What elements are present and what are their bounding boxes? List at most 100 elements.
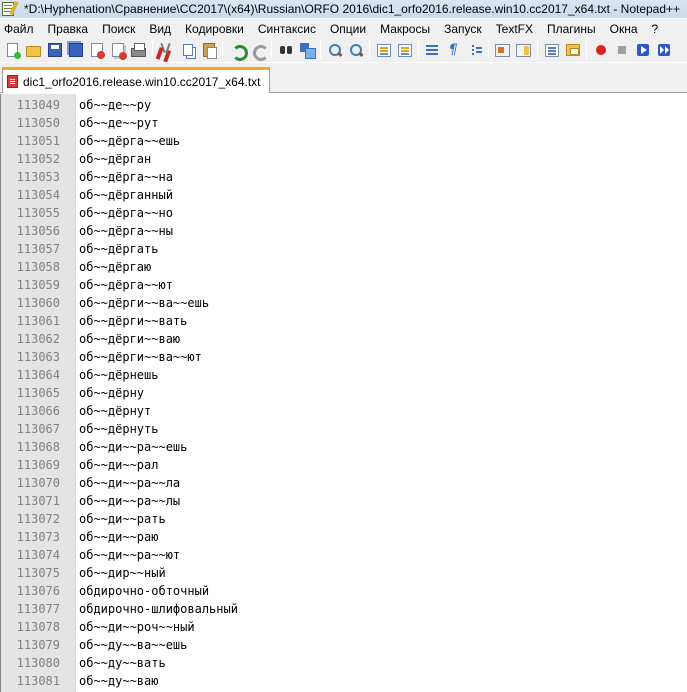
copy-button[interactable] [177, 40, 198, 60]
line-text[interactable]: об~~ду~~ва~~ешь [79, 636, 187, 654]
save-button[interactable] [44, 40, 65, 60]
editor-line[interactable]: 113055 об~~дёрга~~но [1, 204, 687, 222]
line-text[interactable]: об~~ду~~ваю [79, 672, 158, 690]
editor-area[interactable]: 113049 об~~де~~ру 113050 об~~де~~рут 113051 о… [0, 94, 687, 692]
line-text[interactable]: об~~дёрнуть [79, 420, 158, 438]
line-text[interactable]: об~~дёрнешь [79, 366, 158, 384]
line-text[interactable]: об~~ди~~рал [79, 456, 158, 474]
editor-line[interactable]: 113060 об~~дёрги~~ва~~ешь [1, 294, 687, 312]
editor-line[interactable]: 113072 об~~ди~~рать [1, 510, 687, 528]
line-text[interactable]: об~~де~~рут [79, 114, 158, 132]
line-text[interactable]: об~~дёрга~~на [79, 168, 173, 186]
line-text[interactable]: об~~дёрги~~ваю [79, 330, 180, 348]
editor-line[interactable]: 113062 об~~дёрги~~ваю [1, 330, 687, 348]
editor-line[interactable]: 113079 об~~ду~~ва~~ешь [1, 636, 687, 654]
line-text[interactable]: об~~ди~~ра~~ют [79, 546, 180, 564]
editor-line[interactable]: 113064 об~~дёрнешь [1, 366, 687, 384]
user-defined-language-button[interactable] [492, 40, 513, 60]
editor-line[interactable]: 113056 об~~дёрга~~ны [1, 222, 687, 240]
menu-item[interactable]: Синтаксис [251, 22, 323, 36]
cut-button[interactable] [156, 40, 177, 60]
editor-line[interactable]: 113058 об~~дёргаю [1, 258, 687, 276]
editor-line[interactable]: 113067 об~~дёрнуть [1, 420, 687, 438]
show-all-chars-button[interactable]: ¶ [443, 40, 464, 60]
menu-item[interactable]: Плагины [540, 22, 603, 36]
sync-scroll-button[interactable] [373, 40, 394, 60]
line-text[interactable]: об~~дёргать [79, 240, 158, 258]
line-text[interactable]: об~~ду~~вать [79, 654, 166, 672]
tab-active-document[interactable]: dic1_orfo2016.release.win10.cc2017_x64.t… [2, 67, 270, 93]
editor-line[interactable]: 113080 об~~ду~~вать [1, 654, 687, 672]
editor-line[interactable]: 113069 об~~ди~~рал [1, 456, 687, 474]
line-text[interactable]: об~~дёрган [79, 150, 151, 168]
menu-item[interactable]: Кодировки [178, 22, 251, 36]
redo-button[interactable] [247, 40, 269, 61]
zoom-in-button[interactable] [324, 40, 345, 60]
menu-item[interactable]: Запуск [437, 22, 489, 36]
line-text[interactable]: об~~дёрга~~ют [79, 276, 173, 294]
line-text[interactable]: об~~ди~~роч~~ный [79, 618, 195, 636]
editor-line[interactable]: 113054 об~~дёрганный [1, 186, 687, 204]
line-text[interactable]: об~~ди~~ра~~ла [79, 474, 180, 492]
line-text[interactable]: об~~дёрга~~ны [79, 222, 173, 240]
record-macro-button[interactable] [590, 40, 611, 60]
menu-item[interactable]: ? [645, 22, 666, 36]
document-map-button[interactable] [513, 40, 534, 60]
menu-item[interactable]: Поиск [95, 22, 142, 36]
function-list-button[interactable] [541, 40, 562, 60]
menu-item[interactable]: Файл [0, 22, 41, 36]
line-text[interactable]: об~~дёрну [79, 384, 144, 402]
editor-line[interactable]: 113071 об~~ди~~ра~~лы [1, 492, 687, 510]
editor-line[interactable]: 113073 об~~ди~~раю [1, 528, 687, 546]
zoom-out-button[interactable] [345, 40, 366, 60]
editor-line[interactable]: 113074 об~~ди~~ра~~ют [1, 546, 687, 564]
menu-item[interactable]: Правка [41, 22, 96, 36]
editor-line[interactable]: 113057 об~~дёргать [1, 240, 687, 258]
menu-item[interactable]: Макросы [373, 22, 437, 36]
replace-button[interactable] [296, 40, 317, 60]
line-text[interactable]: об~~дёрги~~ва~~ешь [79, 294, 209, 312]
play-macro-button[interactable] [632, 40, 653, 60]
title-bar[interactable]: *D:\Hyphenation\Сравнение\CC2017\(x64)\R… [0, 0, 687, 18]
line-text[interactable]: об~~дёрги~~ва~~ют [79, 348, 202, 366]
stop-record-button[interactable] [611, 40, 632, 60]
notepad-plus-plus-icon[interactable] [2, 2, 14, 16]
editor-line[interactable]: 113051 об~~дёрга~~ешь [1, 132, 687, 150]
paste-button[interactable] [198, 40, 219, 60]
menu-item[interactable]: Опции [323, 22, 373, 36]
editor-line[interactable]: 113065 об~~дёрну [1, 384, 687, 402]
line-text[interactable]: об~~ди~~раю [79, 528, 158, 546]
editor-line[interactable]: 113059 об~~дёрга~~ют [1, 276, 687, 294]
line-text[interactable]: об~~де~~ру [79, 96, 151, 114]
save-all-button[interactable] [65, 40, 86, 60]
line-text[interactable]: об~~дёрнут [79, 402, 151, 420]
undo-button[interactable] [226, 40, 248, 61]
document-switch-button[interactable] [394, 40, 415, 60]
close-all-button[interactable] [107, 40, 128, 60]
line-text[interactable]: об~~ди~~рать [79, 510, 166, 528]
run-macro-multiple-button[interactable] [653, 40, 674, 60]
editor-line[interactable]: 113066 об~~дёрнут [1, 402, 687, 420]
editor-line[interactable]: 113075 об~~дир~~ный [1, 564, 687, 582]
editor-line[interactable]: 113063 об~~дёрги~~ва~~ют [1, 348, 687, 366]
menu-item[interactable]: Окна [603, 22, 645, 36]
line-text[interactable]: об~~дёрги~~вать [79, 312, 187, 330]
line-text[interactable]: об~~дёргаю [79, 258, 151, 276]
indent-guide-button[interactable] [464, 40, 485, 60]
editor-line[interactable]: 113076 обдирочно-обточный [1, 582, 687, 600]
editor-line[interactable]: 113070 об~~ди~~ра~~ла [1, 474, 687, 492]
editor-line[interactable]: 113053 об~~дёрга~~на [1, 168, 687, 186]
menu-item[interactable]: Вид [142, 22, 178, 36]
editor-line[interactable]: 113049 об~~де~~ру [1, 96, 687, 114]
line-text[interactable]: об~~дёрганный [79, 186, 173, 204]
editor-line[interactable]: 113061 об~~дёрги~~вать [1, 312, 687, 330]
editor-line[interactable]: 113052 об~~дёрган [1, 150, 687, 168]
editor-line[interactable]: 113050 об~~де~~рут [1, 114, 687, 132]
line-text[interactable]: обдирочно-шлифовальный [79, 600, 238, 618]
line-text[interactable]: об~~дёрга~~ешь [79, 132, 180, 150]
editor-line[interactable]: 113068 об~~ди~~ра~~ешь [1, 438, 687, 456]
word-wrap-button[interactable] [422, 40, 443, 60]
editor-line[interactable]: 113081 об~~ду~~ваю [1, 672, 687, 690]
open-file-button[interactable] [23, 40, 44, 60]
close-button[interactable] [86, 40, 107, 60]
